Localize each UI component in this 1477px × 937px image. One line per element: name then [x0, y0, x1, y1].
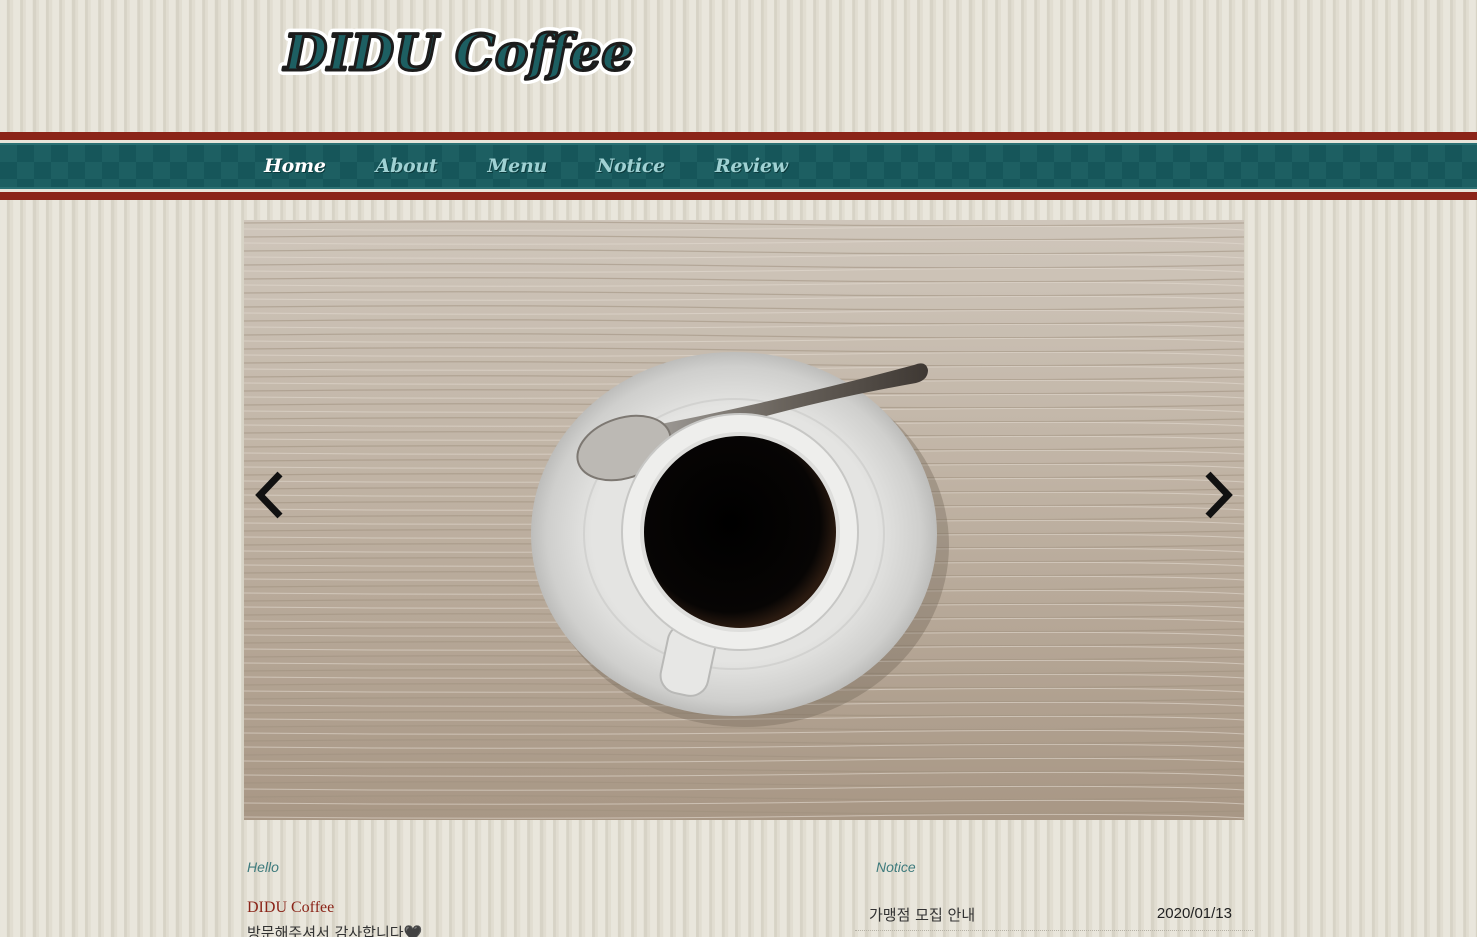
nav-item-notice[interactable]: Notice — [577, 155, 685, 177]
chevron-left-icon — [255, 471, 283, 519]
notice-row-date: 2020/01/13 — [1156, 905, 1232, 922]
site-header: DIDU Coffee DIDU Coffee — [0, 0, 1477, 132]
slider-prev-button[interactable] — [250, 470, 290, 520]
notice-row-title[interactable]: 가맹점 모집 안내 — [869, 904, 975, 925]
notice-list: 가맹점 모집 안내 2020/01/13 — [855, 896, 1253, 931]
hello-section-title: Hello — [247, 859, 279, 875]
svg-text:DIDU Coffee: DIDU Coffee — [282, 23, 633, 82]
nav-stripe-top — [0, 132, 1477, 140]
logo-graphic: DIDU Coffee DIDU Coffee — [277, 18, 638, 84]
nav-item-home[interactable]: Home — [244, 155, 346, 177]
nav-item-review[interactable]: Review — [695, 155, 808, 177]
hello-shop-name: DIDU Coffee — [247, 899, 335, 916]
notice-row[interactable]: 가맹점 모집 안내 2020/01/13 — [855, 896, 1253, 931]
slider-next-button[interactable] — [1198, 470, 1238, 520]
site-logo[interactable]: DIDU Coffee DIDU Coffee — [276, 14, 776, 84]
chevron-right-icon — [1205, 471, 1233, 519]
main-navigation: Home About Menu Notice Review — [0, 132, 1477, 200]
notice-section-title: Notice — [876, 859, 916, 875]
image-slider — [244, 220, 1244, 820]
nav-stripe-bottom — [0, 192, 1477, 200]
nav-menu: Home About Menu Notice Review — [244, 143, 818, 189]
nav-item-about[interactable]: About — [356, 155, 458, 177]
coffee-cup-image — [244, 220, 1244, 820]
hello-message: 방문해주셔서 감사합니다🖤 — [247, 924, 423, 937]
nav-item-menu[interactable]: Menu — [467, 155, 567, 177]
